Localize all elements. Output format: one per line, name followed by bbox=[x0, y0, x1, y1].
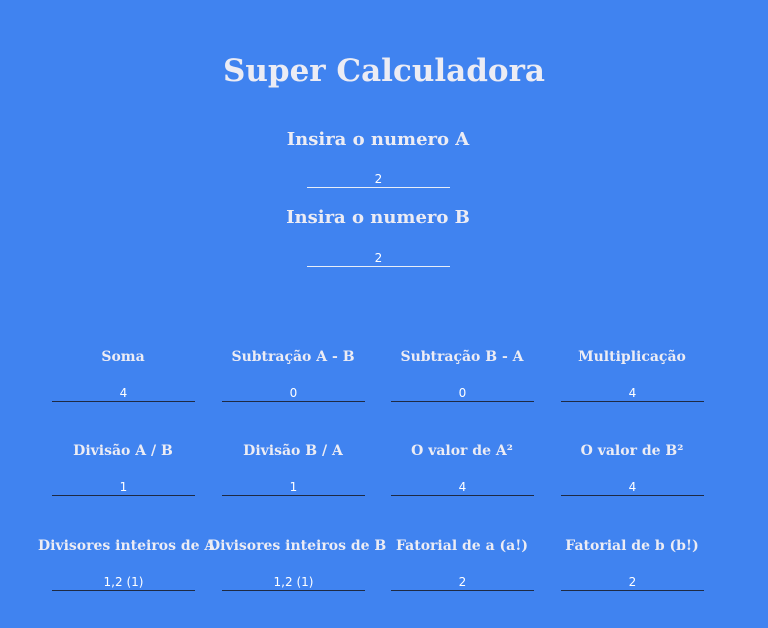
result-label: Divisão A / B bbox=[73, 443, 173, 459]
number-a-input[interactable] bbox=[307, 170, 450, 188]
result-label: O valor de B² bbox=[580, 443, 684, 459]
result-value: 1 bbox=[222, 480, 365, 496]
result-label: Multiplicação bbox=[578, 349, 686, 365]
input-a-label: Insira o numero A bbox=[286, 129, 470, 150]
result-value: 1,2 (1) bbox=[52, 575, 195, 591]
input-b-label: Insira o numero B bbox=[286, 207, 470, 228]
result-label: Divisores inteiros de B bbox=[208, 538, 387, 554]
result-label: Subtração A - B bbox=[231, 349, 355, 365]
page-title: Super Calculadora bbox=[222, 53, 546, 89]
result-value: 0 bbox=[222, 386, 365, 402]
result-label: Soma bbox=[101, 349, 145, 365]
result-label: Divisão B / A bbox=[243, 443, 343, 459]
result-value: 4 bbox=[52, 386, 195, 402]
result-value: 1 bbox=[52, 480, 195, 496]
result-value: 1,2 (1) bbox=[222, 575, 365, 591]
result-label: Fatorial de b (b!) bbox=[565, 538, 699, 554]
result-value: 2 bbox=[561, 575, 704, 591]
result-label: Divisores inteiros de A bbox=[38, 538, 216, 554]
result-value: 4 bbox=[561, 480, 704, 496]
result-label: Fatorial de a (a!) bbox=[396, 538, 528, 554]
result-label: Subtração B - A bbox=[400, 349, 524, 365]
result-value: 4 bbox=[391, 480, 534, 496]
result-value: 0 bbox=[391, 386, 534, 402]
result-label: O valor de A² bbox=[411, 443, 513, 459]
result-value: 2 bbox=[391, 575, 534, 591]
number-b-input[interactable] bbox=[307, 249, 450, 267]
result-value: 4 bbox=[561, 386, 704, 402]
